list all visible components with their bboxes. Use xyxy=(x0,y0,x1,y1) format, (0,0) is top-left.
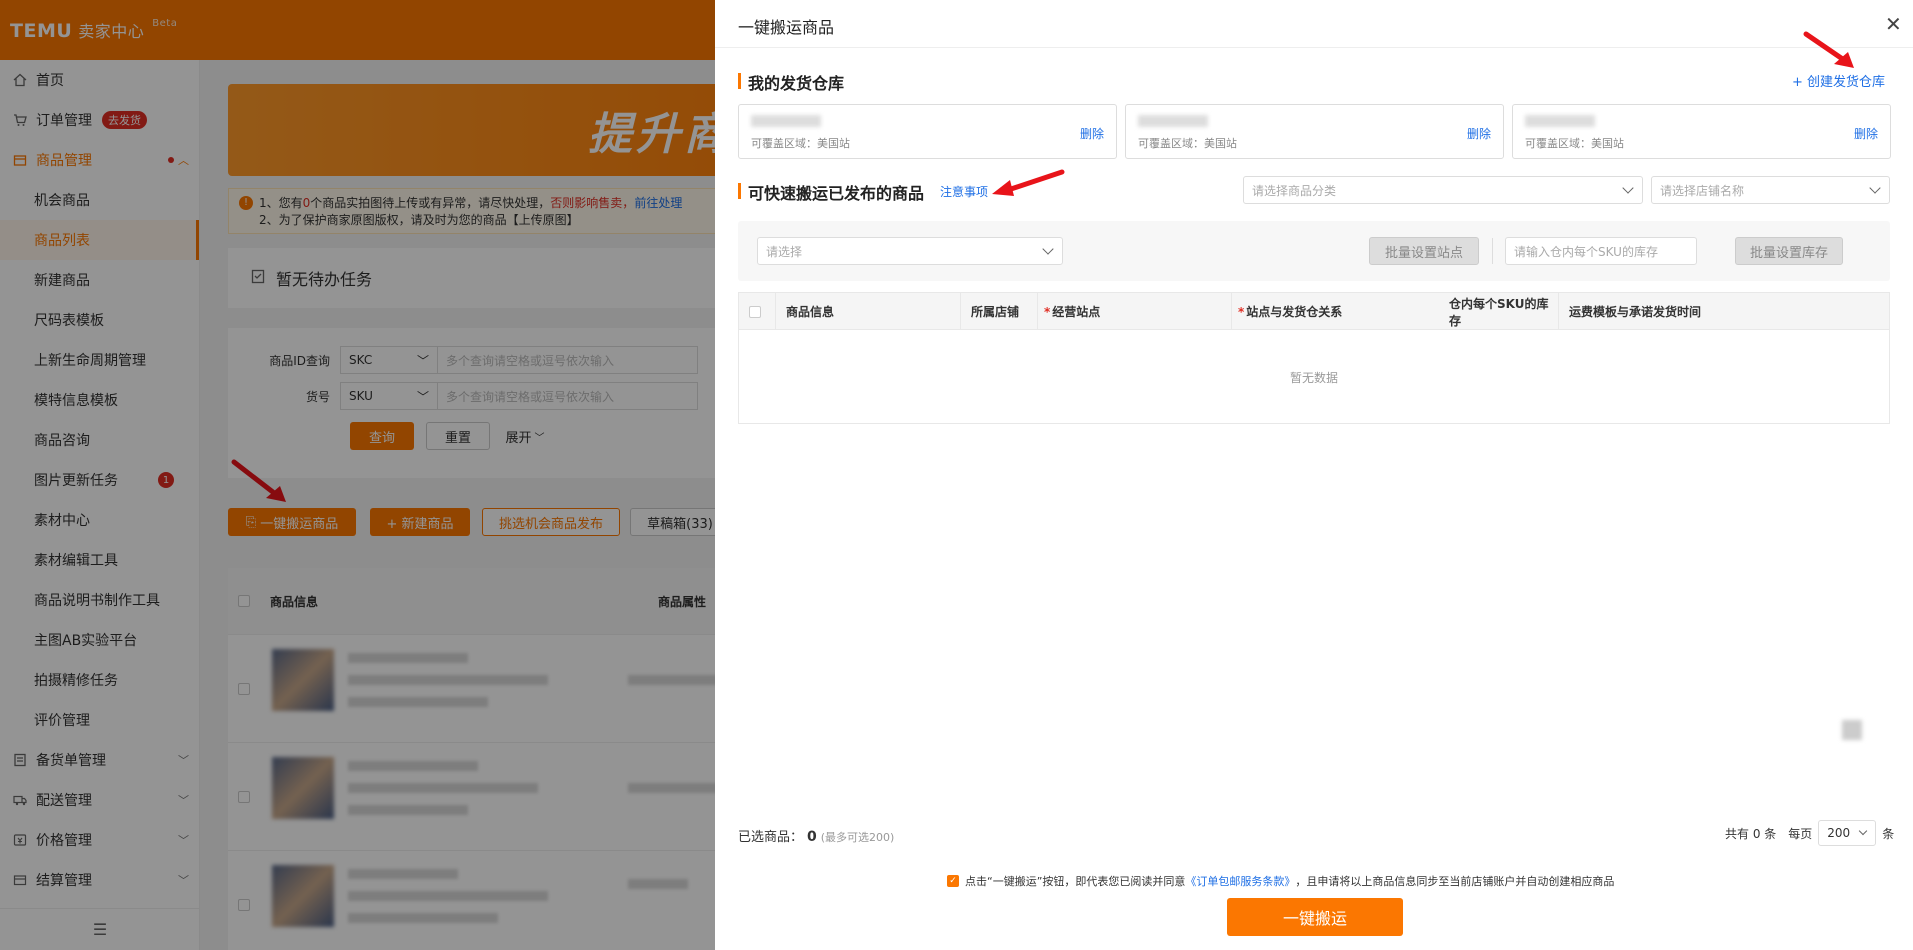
blurred-warehouse-name xyxy=(751,115,821,127)
move-products-table: 商品信息 所属店铺 * 经营站点 * 站点与发货仓关系 仓内每个SKU的库存 运费模… xyxy=(738,292,1890,424)
pagination: 共有 0 条 每页 200 条 xyxy=(1725,820,1894,846)
column-header-site: * 经营站点 xyxy=(1037,293,1231,330)
warehouse-region: 可覆盖区域：美国站 xyxy=(1138,137,1237,150)
divider xyxy=(1492,238,1493,264)
agreement-checkbox[interactable]: ✓ xyxy=(947,875,959,887)
create-warehouse-link[interactable]: + 创建发货仓库 xyxy=(1792,71,1885,90)
agreement-text: 点击“一键搬运”按钮，即代表您已阅读并同意 xyxy=(965,875,1186,888)
column-label: 商品信息 xyxy=(786,305,835,319)
store-select[interactable]: 请选择店铺名称 xyxy=(1651,176,1890,204)
selected-summary: 已选商品： 0 (最多可选200) xyxy=(738,826,894,845)
total-count: 共有 0 条 xyxy=(1725,826,1777,841)
stock-input[interactable]: 请输入仓内每个SKU的库存 xyxy=(1505,237,1697,265)
column-header-store: 所属店铺 xyxy=(960,293,1037,330)
drawer-header: 一键搬运商品 ✕ xyxy=(715,0,1913,48)
warehouse-card: 可覆盖区域：美国站 删除 xyxy=(1512,104,1891,159)
blurred-element xyxy=(1842,720,1862,740)
one-click-move-submit-button[interactable]: 一键搬运 xyxy=(1227,898,1403,936)
close-icon[interactable]: ✕ xyxy=(1885,12,1902,36)
category-select[interactable]: 请选择商品分类 xyxy=(1243,176,1643,204)
column-label: 运费模板与承诺发货时间 xyxy=(1569,305,1702,319)
delete-warehouse-link[interactable]: 删除 xyxy=(1467,125,1491,142)
select-placeholder: 请选择 xyxy=(766,244,803,259)
per-page-label: 每页 xyxy=(1788,826,1813,841)
batch-set-site-button[interactable]: 批量设置站点 xyxy=(1369,237,1479,265)
chevron-down-icon xyxy=(1042,243,1054,255)
column-header-stock: 仓内每个SKU的库存 xyxy=(1439,293,1558,330)
column-label: 所属店铺 xyxy=(971,305,1020,319)
empty-state: 暂无数据 xyxy=(1289,370,1338,385)
column-header-relation: * 站点与发货仓关系 xyxy=(1231,293,1439,330)
one-click-move-drawer: 一键搬运商品 ✕ 我的发货仓库 + 创建发货仓库 可覆盖区域：美国站 删除 可覆… xyxy=(715,0,1913,950)
warehouse-card: 可覆盖区域：美国站 删除 xyxy=(1125,104,1504,159)
required-mark: * xyxy=(1044,304,1051,319)
drawer-title: 一键搬运商品 xyxy=(738,18,835,37)
chevron-down-icon xyxy=(1859,826,1868,836)
page-size-select[interactable]: 200 xyxy=(1818,820,1877,846)
red-arrow-annotation xyxy=(992,169,1065,196)
page-size-value: 200 xyxy=(1827,826,1851,840)
red-arrow-annotation xyxy=(1803,31,1854,68)
column-label: 经营站点 xyxy=(1052,305,1101,319)
select-all-checkbox[interactable] xyxy=(749,305,761,318)
selected-count: 0 xyxy=(807,829,817,845)
batch-toolbar: 请选择 批量设置站点 请输入仓内每个SKU的库存 批量设置库存 xyxy=(738,221,1890,281)
terms-link[interactable]: 《订单包邮服务条款》 xyxy=(1185,873,1295,889)
notes-link[interactable]: 注意事项 xyxy=(940,183,988,200)
agreement-row: ✓ 点击“一键搬运”按钮，即代表您已阅读并同意 《订单包邮服务条款》 ，且申请将以上… xyxy=(947,873,1614,889)
column-label: 仓内每个SKU的库存 xyxy=(1449,296,1549,328)
warehouse-section-title: 我的发货仓库 xyxy=(738,70,844,94)
chevron-down-icon xyxy=(1622,182,1634,194)
column-header-info: 商品信息 xyxy=(775,293,960,330)
delete-warehouse-link[interactable]: 删除 xyxy=(1080,125,1104,142)
blurred-warehouse-name xyxy=(1525,115,1595,127)
chevron-down-icon xyxy=(1869,182,1881,194)
select-placeholder: 请选择店铺名称 xyxy=(1660,183,1745,198)
agreement-text: ，且申请将以上商品信息同步至当前店铺账户并自动创建相应商品 xyxy=(1295,875,1615,888)
products-section-title: 可快速搬运已发布的商品 xyxy=(738,180,924,204)
required-mark: * xyxy=(1238,304,1245,319)
blurred-warehouse-name xyxy=(1138,115,1208,127)
per-page-unit: 条 xyxy=(1882,826,1895,841)
warehouse-region: 可覆盖区域：美国站 xyxy=(1525,137,1624,150)
warehouse-card: 可覆盖区域：美国站 删除 xyxy=(738,104,1117,159)
site-select[interactable]: 请选择 xyxy=(757,237,1063,265)
column-label: 站点与发货仓关系 xyxy=(1246,305,1343,319)
selected-label: 已选商品： xyxy=(738,830,804,845)
delete-warehouse-link[interactable]: 删除 xyxy=(1854,125,1878,142)
table-header: 商品信息 所属店铺 * 经营站点 * 站点与发货仓关系 仓内每个SKU的库存 运费模… xyxy=(739,293,1889,330)
select-all-cell xyxy=(739,293,775,330)
modal-overlay[interactable] xyxy=(0,0,715,950)
warehouse-region: 可覆盖区域：美国站 xyxy=(751,137,850,150)
column-header-shipping: 运费模板与承诺发货时间 xyxy=(1558,293,1889,330)
select-placeholder: 请选择商品分类 xyxy=(1252,183,1337,198)
batch-set-stock-button[interactable]: 批量设置库存 xyxy=(1735,237,1843,265)
selected-hint: (最多可选200) xyxy=(820,831,895,844)
